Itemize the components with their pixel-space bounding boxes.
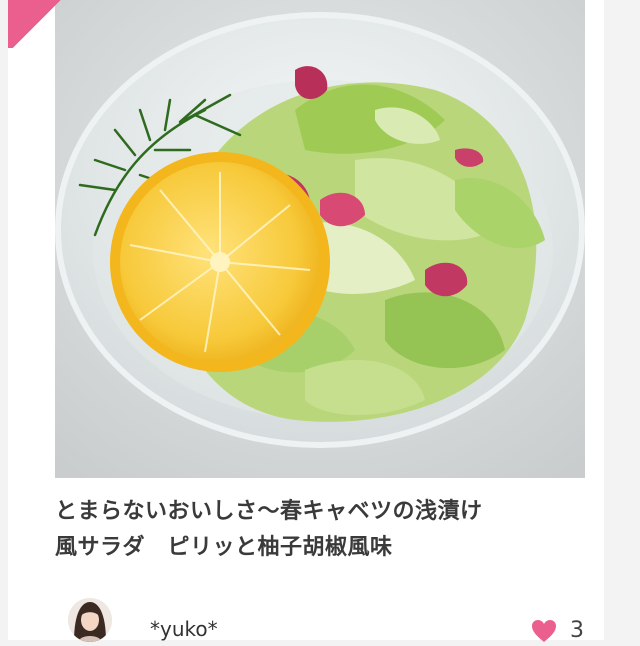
corner-badge bbox=[8, 0, 66, 48]
recipe-card[interactable]: とまらないおいしさ〜春キャベツの浅漬け 風サラダ ピリッと柚子胡椒風味 *yuk… bbox=[8, 0, 604, 643]
like-count: 3 bbox=[570, 618, 584, 643]
recipe-photo[interactable] bbox=[55, 0, 585, 478]
author-avatar-image bbox=[68, 598, 112, 642]
heart-icon bbox=[532, 620, 556, 642]
salad-image bbox=[55, 0, 585, 478]
recipe-title-line-1[interactable]: とまらないおいしさ〜春キャベツの浅漬け bbox=[55, 494, 595, 530]
recipe-title-line-2[interactable]: 風サラダ ピリッと柚子胡椒風味 bbox=[55, 530, 595, 566]
like-button[interactable]: 3 bbox=[530, 616, 584, 646]
author-avatar[interactable] bbox=[68, 598, 112, 642]
author-name[interactable]: *yuko* bbox=[150, 617, 218, 641]
recipe-title[interactable]: とまらないおいしさ〜春キャベツの浅漬け 風サラダ ピリッと柚子胡椒風味 bbox=[55, 494, 595, 566]
